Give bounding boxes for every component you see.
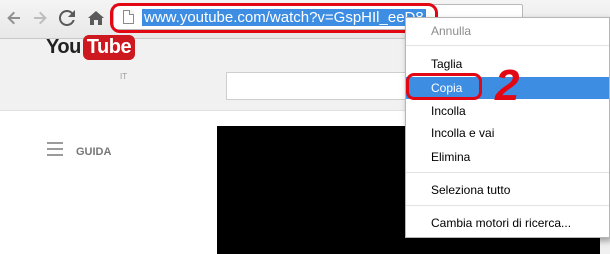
region-label: IT	[120, 72, 128, 81]
logo-you: You	[46, 35, 81, 58]
arrow-right-icon	[34, 11, 47, 25]
search-input[interactable]	[226, 72, 408, 100]
arrow-left-icon	[7, 11, 20, 25]
guide-label[interactable]: GUIDA	[76, 146, 111, 158]
menu-item-incolla-e-vai[interactable]: Incolla e vai	[406, 122, 609, 144]
logo-tube: Tube	[82, 34, 136, 60]
forward-button[interactable]	[30, 8, 50, 28]
menu-item-cambia-motori[interactable]: Cambia motori di ricerca...	[406, 212, 609, 234]
address-bar-highlight	[110, 3, 438, 33]
context-menu: Annulla Taglia Copia Incolla Incolla e v…	[405, 17, 610, 238]
hamburger-menu-icon[interactable]	[47, 142, 63, 156]
menu-item-seleziona-tutto[interactable]: Seleziona tutto	[406, 179, 609, 201]
reload-button[interactable]	[57, 8, 77, 28]
step-2-label: 2	[495, 61, 520, 110]
youtube-logo[interactable]: You Tube	[46, 34, 136, 60]
reload-icon	[59, 10, 75, 26]
menu-item-elimina[interactable]: Elimina	[406, 146, 609, 168]
menu-separator	[406, 172, 609, 173]
copy-highlight	[406, 73, 482, 100]
menu-item-annulla: Annulla	[431, 24, 472, 38]
menu-separator	[406, 205, 609, 206]
home-button[interactable]	[86, 8, 106, 28]
home-icon	[88, 11, 104, 25]
menu-separator	[406, 45, 609, 46]
back-button[interactable]	[4, 8, 24, 28]
